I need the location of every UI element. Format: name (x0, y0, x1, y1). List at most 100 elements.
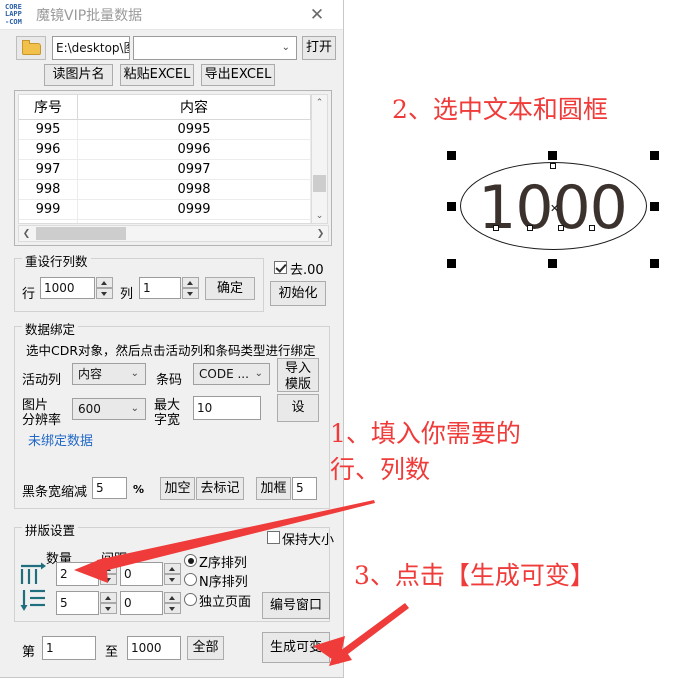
row-count-stepper[interactable] (96, 277, 113, 299)
cell-content[interactable]: 0996 (77, 139, 311, 160)
read-image-name-button[interactable]: 读图片名 (44, 64, 113, 86)
scroll-up-icon[interactable]: ⌃ (312, 95, 327, 110)
confirm-button[interactable]: 确定 (205, 277, 255, 300)
selection-handle-ne[interactable] (650, 151, 659, 160)
col-count-input[interactable]: 1 (139, 277, 181, 299)
data-table[interactable]: 序号 内容 995 0995 996 0996 997 0997 998 0998 999 099… (18, 94, 312, 224)
selection-handle-e[interactable] (650, 202, 659, 211)
export-excel-button[interactable]: 导出EXCEL (201, 64, 275, 86)
bar-width-reduce-input[interactable]: 5 (92, 477, 127, 499)
scroll-down-icon[interactable]: ⌄ (312, 208, 327, 223)
cell-index[interactable]: 997 (19, 159, 78, 180)
app-logo-icon: CORE LAPP -COM (5, 3, 32, 26)
title-bar: CORE LAPP -COM 魔镜VIP批量数据 ✕ (0, 0, 343, 30)
col-stepper-up[interactable] (182, 277, 199, 288)
col-count-stepper[interactable] (182, 277, 199, 299)
initialize-button[interactable]: 初始化 (270, 281, 326, 306)
cell-content[interactable]: 0997 (77, 159, 311, 180)
set-button[interactable]: 设 (277, 394, 319, 422)
open-folder-icon[interactable] (16, 36, 46, 60)
window-title: 魔镜VIP批量数据 (36, 8, 143, 24)
logo-line-3: -COM (5, 17, 22, 26)
add-frame-input[interactable]: 5 (292, 477, 317, 500)
radio-separate-page-label: 独立页面 (199, 595, 252, 610)
cell-index[interactable]: 999 (19, 199, 78, 220)
paste-excel-button[interactable]: 粘贴EXCEL (120, 64, 194, 86)
cell-index[interactable]: 998 (19, 179, 78, 200)
range-from-input[interactable]: 1 (42, 636, 96, 660)
strip-zero-checkbox[interactable] (274, 261, 287, 274)
row-stepper-down[interactable] (96, 288, 113, 299)
range-to-input[interactable]: 1000 (127, 636, 181, 660)
open-button[interactable]: 打开 (302, 36, 336, 60)
table-vertical-scrollbar[interactable]: ⌃ ⌄ (311, 94, 328, 224)
table-row[interactable]: 10001000 (19, 219, 311, 223)
close-icon[interactable]: ✕ (297, 0, 337, 29)
reset-group-title: 重设行列数 (22, 251, 91, 270)
qty-rows-stepper-down[interactable] (100, 603, 117, 614)
selection-handle-se[interactable] (650, 259, 659, 268)
table-row[interactable]: 996 0996 (19, 139, 311, 160)
path-field[interactable]: E:\desktop\图 (52, 36, 130, 60)
binding-hint: 选中CDR对象，然后点击活动列和条码类型进行绑定 (26, 343, 316, 358)
row-stepper-up[interactable] (96, 277, 113, 288)
chevron-down-icon: ⌄ (130, 403, 139, 414)
text-node-4[interactable] (589, 225, 595, 231)
qty-rows-stepper-up[interactable] (100, 592, 117, 603)
gap-rows-input[interactable]: 0 (120, 591, 163, 615)
text-node-2[interactable] (527, 225, 533, 231)
import-template-button[interactable]: 导入 模版 (277, 358, 319, 392)
table-row[interactable]: 997 0997 (19, 159, 311, 180)
cell-content[interactable]: 0998 (77, 179, 311, 200)
selection-handle-w[interactable] (447, 202, 456, 211)
selection-handle-sw[interactable] (447, 259, 456, 268)
cell-content[interactable]: 0999 (77, 199, 311, 220)
horizontal-scroll-thumb[interactable] (36, 227, 126, 240)
cell-content[interactable]: 0995 (77, 119, 311, 140)
arrow-to-generate-button (313, 603, 409, 666)
selection-handle-nw[interactable] (447, 151, 456, 160)
table-row[interactable]: 998 0998 (19, 179, 311, 200)
max-char-width-input[interactable]: 10 (193, 396, 261, 420)
barcode-type-combo[interactable]: CODE ... ⌄ (193, 363, 270, 385)
column-header-index: 序号 (19, 95, 78, 120)
cell-index[interactable]: 995 (19, 119, 78, 140)
gap-rows-stepper-down[interactable] (164, 603, 181, 614)
row-count-input[interactable]: 1000 (40, 277, 95, 299)
select-all-button[interactable]: 全部 (187, 636, 224, 660)
radio-separate-page[interactable] (184, 593, 197, 606)
gap-rows-stepper-up[interactable] (164, 592, 181, 603)
add-space-button[interactable]: 加空 (160, 477, 195, 500)
column-header-content: 内容 (77, 95, 311, 120)
table-header-row: 序号 内容 (19, 95, 311, 120)
row-count-label: 行 (22, 287, 36, 302)
range-from-label: 第 (22, 645, 36, 660)
scroll-left-icon[interactable]: ❮ (19, 226, 34, 241)
file-select-combo[interactable]: ⌄ (133, 36, 297, 60)
vertical-scroll-thumb[interactable] (313, 175, 326, 192)
data-table-panel: 序号 内容 995 0995 996 0996 997 0997 998 0998 999 099… (14, 90, 332, 246)
add-frame-button[interactable]: 加框 (256, 477, 291, 500)
gap-rows-stepper[interactable] (164, 592, 181, 614)
shape-node-top[interactable] (550, 163, 556, 169)
table-horizontal-scrollbar[interactable]: ❮ ❯ (18, 225, 329, 242)
cell-index[interactable]: 996 (19, 139, 78, 160)
active-column-combo[interactable]: 内容 ⌄ (72, 363, 146, 385)
unbound-data-link[interactable]: 未绑定数据 (28, 430, 93, 449)
cell-index[interactable]: 1000 (19, 219, 78, 223)
scroll-right-icon[interactable]: ❯ (313, 226, 328, 241)
table-row[interactable]: 995 0995 (19, 119, 311, 140)
image-dpi-combo[interactable]: 600 ⌄ (72, 398, 146, 420)
table-row[interactable]: 999 0999 (19, 199, 311, 220)
bar-width-reduce-label: 黑条宽缩减 (22, 485, 88, 500)
selection-handle-n[interactable] (548, 151, 557, 160)
selection-handle-s[interactable] (548, 259, 557, 268)
selected-canvas-object[interactable]: 1000 ✕ (440, 145, 665, 270)
col-stepper-down[interactable] (182, 288, 199, 299)
qty-rows-input[interactable]: 5 (56, 591, 99, 615)
qty-rows-stepper[interactable] (100, 592, 117, 614)
text-node-1[interactable] (493, 225, 499, 231)
cell-content[interactable]: 1000 (77, 219, 311, 223)
remove-mark-button[interactable]: 去标记 (196, 477, 244, 500)
text-node-3[interactable] (558, 225, 564, 231)
